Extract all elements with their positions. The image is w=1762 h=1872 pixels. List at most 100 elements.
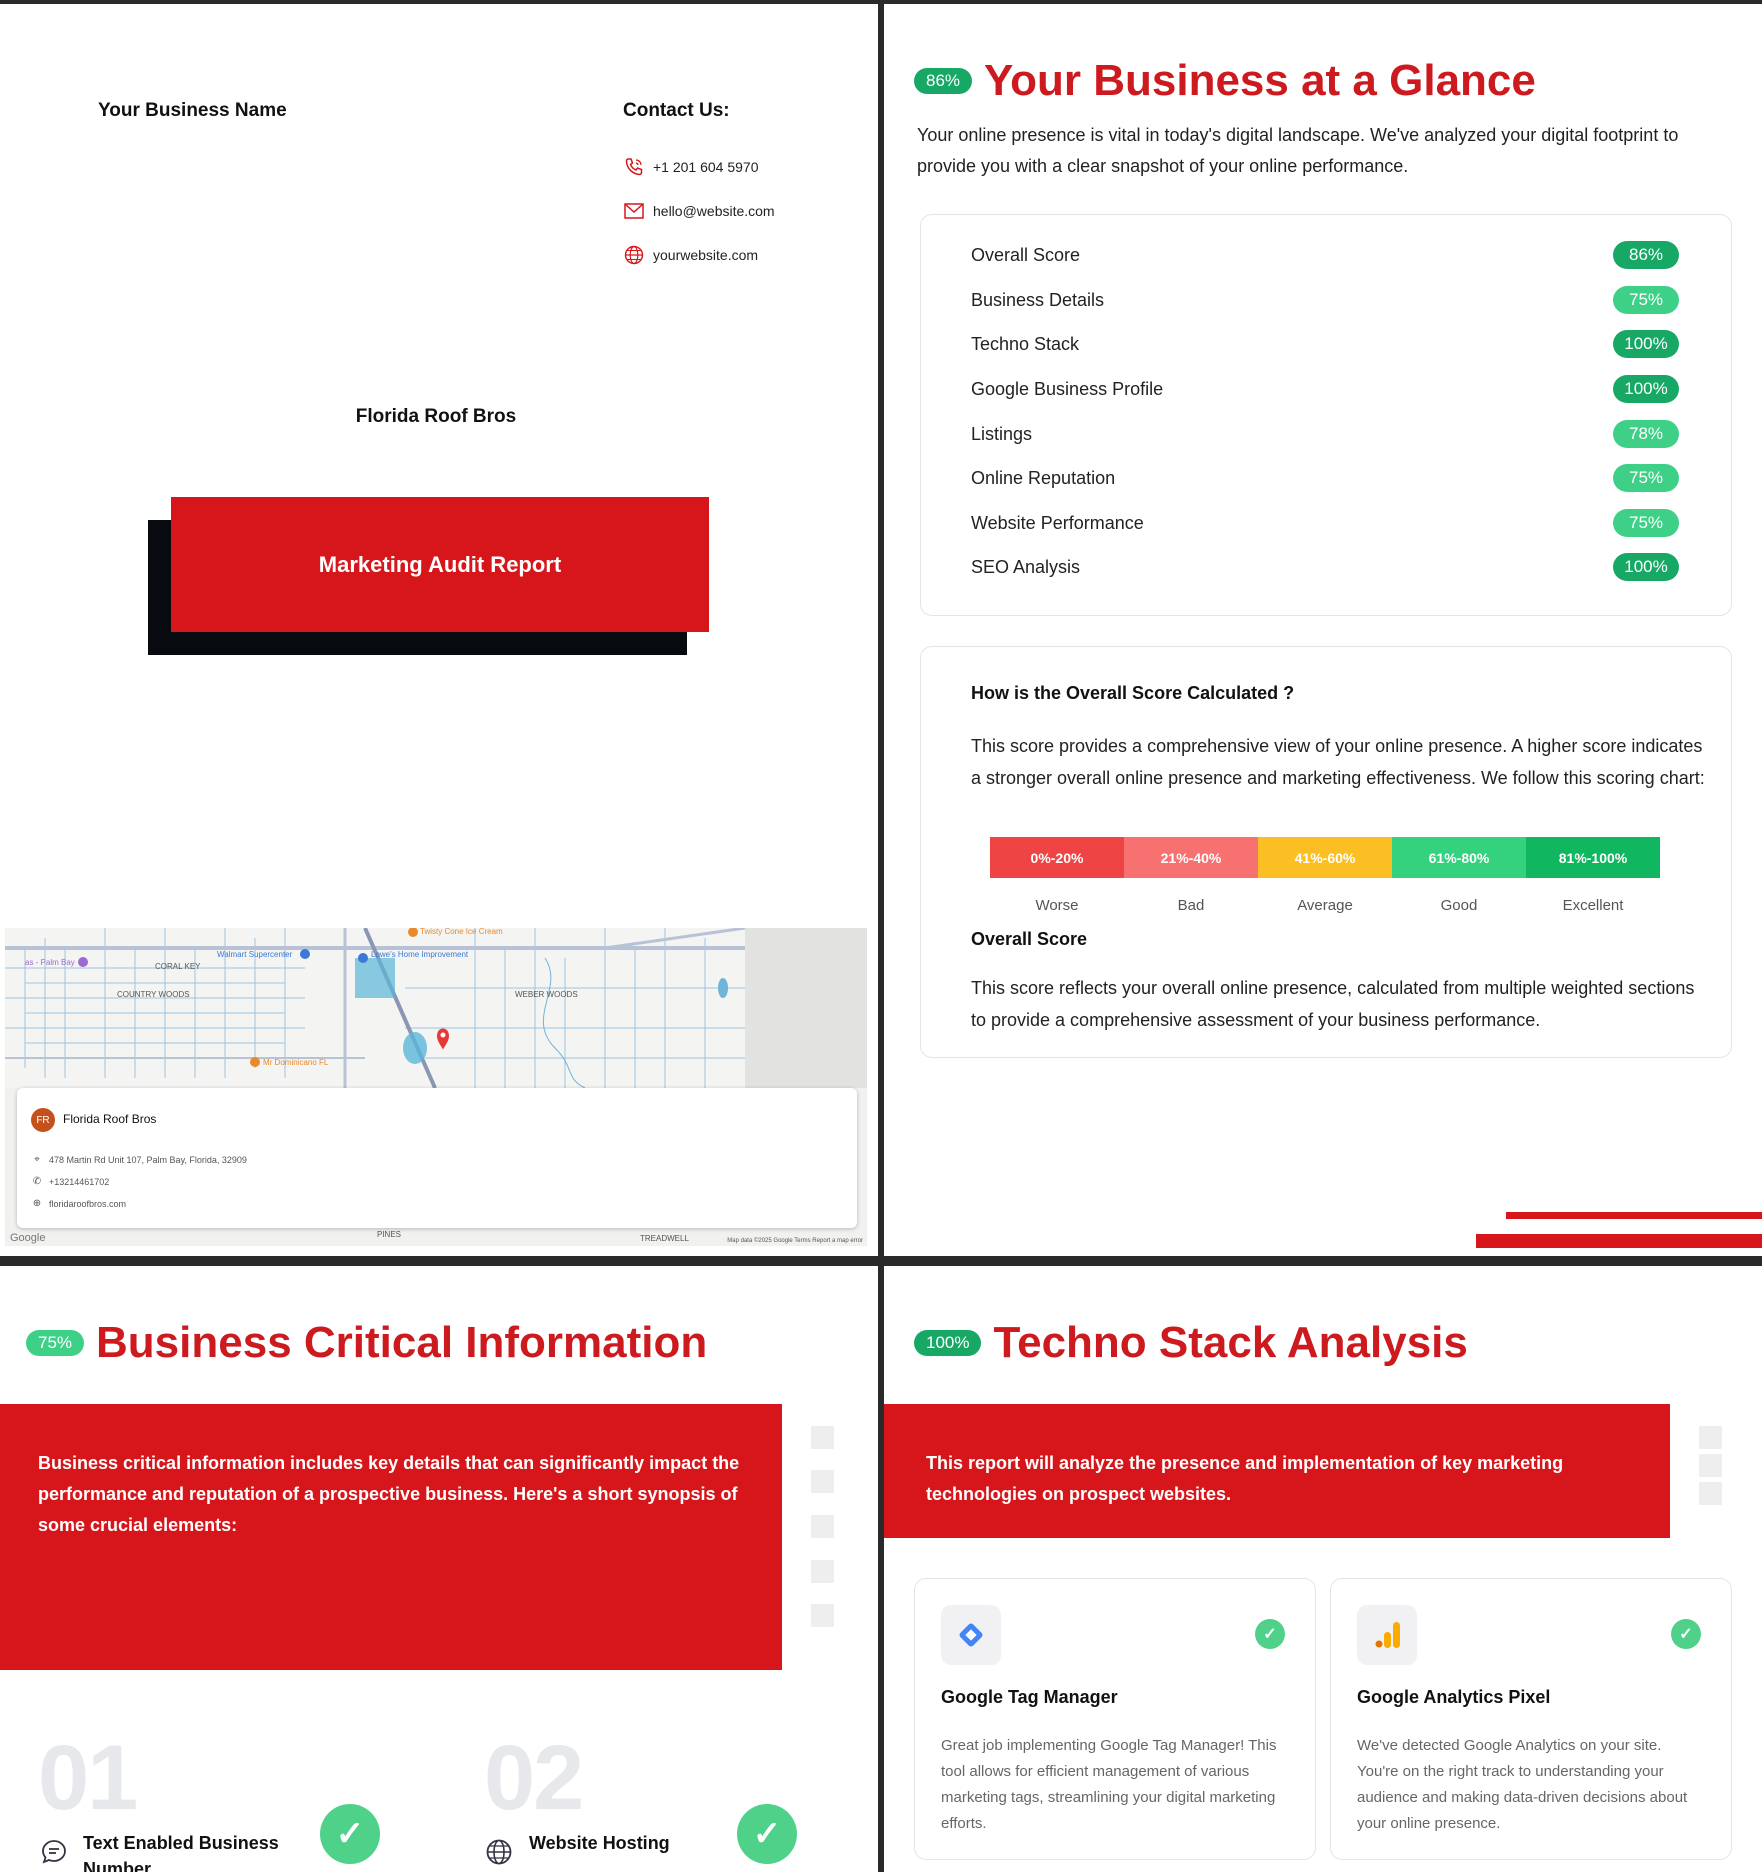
- mail-icon: [623, 200, 645, 222]
- scale-label: Excellent: [1562, 897, 1624, 914]
- techno-intro-block: This report will analyze the presence an…: [884, 1404, 1670, 1538]
- google-tag-manager-icon: [941, 1605, 1001, 1665]
- score-pill: 78%: [1613, 420, 1679, 448]
- score-pill: 75%: [1613, 509, 1679, 537]
- overall-score-text: This score reflects your overall online …: [971, 978, 1695, 1030]
- critical-score-badge: 75%: [26, 1330, 85, 1356]
- map-label-treadwell: TREADWELL: [640, 1234, 689, 1243]
- item-label: Text Enabled Business Number: [83, 1833, 279, 1872]
- contact-email-text: hello@website.com: [653, 203, 775, 219]
- score-row: Google Business Profile 100%: [971, 373, 1679, 405]
- score-row: Listings 78%: [971, 418, 1679, 450]
- google-logo: Google: [10, 1232, 46, 1244]
- score-label: Listings: [971, 423, 1033, 444]
- map-label-weber-woods: WEBER WOODS: [515, 990, 578, 999]
- score-summary-card: Overall Score 86% Business Details 75% T…: [920, 214, 1732, 616]
- score-label: Google Business Profile: [971, 378, 1164, 399]
- map-address-text: 478 Martin Rd Unit 107, Palm Bay, Florid…: [49, 1154, 247, 1165]
- score-row: Techno Stack 100%: [971, 328, 1679, 360]
- critical-title: Business Critical Information: [96, 1318, 708, 1367]
- glance-heading: 86% Your Business at a Glance: [914, 56, 1536, 106]
- map-label-lowes: Lowe's Home Improvement: [371, 950, 469, 959]
- techno-stack-page: 100% Techno Stack Analysis This report w…: [884, 1266, 1762, 1872]
- google-analytics-icon: [1357, 1605, 1417, 1665]
- techno-heading: 100% Techno Stack Analysis: [914, 1318, 1468, 1368]
- score-row: Online Reputation 75%: [971, 462, 1679, 494]
- contact-website[interactable]: yourwebsite.com: [623, 244, 758, 266]
- score-pill: 100%: [1613, 375, 1679, 403]
- tech-card-desc: We've detected Google Analytics on your …: [1357, 1737, 1688, 1832]
- score-pill: 86%: [1613, 241, 1679, 269]
- map-label-twisty: Twisty Cone Ice Cream: [420, 928, 503, 936]
- check-icon: ✓: [737, 1804, 797, 1864]
- score-label: SEO Analysis: [971, 556, 1081, 577]
- globe-icon: [485, 1838, 513, 1866]
- score-row: Business Details 75%: [971, 284, 1679, 316]
- score-row: Overall Score 86%: [971, 239, 1679, 271]
- overall-score-title: Overall Score: [971, 929, 1088, 949]
- decor-square: [1699, 1426, 1722, 1449]
- map-label-coral-key: CORAL KEY: [155, 962, 201, 971]
- score-calculation-card: How is the Overall Score Calculated ? Th…: [920, 646, 1732, 1058]
- location-pin-icon: ⌖: [34, 1154, 40, 1165]
- scale-segment-bad: 21%-40%: [1124, 837, 1258, 878]
- check-icon: ✓: [1671, 1619, 1701, 1649]
- client-name: Florida Roof Bros: [355, 406, 517, 427]
- map-label-country-woods: COUNTRY WOODS: [117, 990, 190, 999]
- glance-intro: Your online presence is vital in today's…: [917, 125, 1679, 176]
- globe-icon: [623, 244, 645, 266]
- decor-stripe: [1476, 1234, 1762, 1248]
- phone-icon: ✆: [32, 1176, 42, 1187]
- score-label: Overall Score: [971, 244, 1081, 265]
- score-label: Business Details: [971, 289, 1105, 310]
- contact-phone[interactable]: +1 201 604 5970: [623, 156, 759, 178]
- calc-title: How is the Overall Score Calculated ?: [971, 683, 1295, 703]
- map-label-mr-dominicano: Mr Dominicano FL: [263, 1058, 329, 1067]
- critical-intro-text: Business critical information includes k…: [38, 1453, 740, 1535]
- business-name: Your Business Name: [98, 100, 287, 121]
- contact-email[interactable]: hello@website.com: [623, 200, 775, 222]
- contact-phone-text: +1 201 604 5970: [653, 159, 759, 175]
- tech-card-ga: ✓ Google Analytics Pixel We've detected …: [1330, 1578, 1732, 1860]
- techno-intro-text: This report will analyze the presence an…: [926, 1453, 1564, 1504]
- critical-heading: 75% Business Critical Information: [26, 1318, 707, 1368]
- decor-square: [811, 1470, 834, 1493]
- scale-segment-worse: 0%-20%: [990, 837, 1124, 878]
- map-website-text: floridaroofbros.com: [49, 1198, 127, 1209]
- score-pill: 75%: [1613, 286, 1679, 314]
- item-number: 01: [38, 1727, 138, 1829]
- business-logo: FR: [31, 1108, 55, 1132]
- map-phone: ✆ +13214461702: [31, 1176, 110, 1187]
- decor-stripe: [1506, 1212, 1762, 1219]
- score-label: Techno Stack: [971, 333, 1080, 354]
- check-icon: ✓: [1255, 1619, 1285, 1649]
- glance-page: 86% Your Business at a Glance Your onlin…: [884, 4, 1762, 1256]
- scale-segment-good: 61%-80%: [1392, 837, 1526, 878]
- check-icon: ✓: [320, 1804, 380, 1864]
- chat-icon: [40, 1838, 68, 1866]
- map-phone-text: +13214461702: [49, 1176, 110, 1187]
- tech-card-gtm: ✓ Google Tag Manager Great job implement…: [914, 1578, 1316, 1860]
- decor-square: [1699, 1454, 1722, 1477]
- map-label-palm-bay: as - Palm Bay: [25, 958, 75, 967]
- glance-title: Your Business at a Glance: [984, 56, 1536, 105]
- glance-score-badge: 86%: [914, 68, 973, 94]
- decor-square: [811, 1515, 834, 1538]
- decor-square: [1699, 1482, 1722, 1505]
- contact-title: Contact Us:: [623, 100, 730, 121]
- score-label: Online Reputation: [971, 467, 1116, 488]
- map-label-walmart: Walmart Supercenter: [217, 950, 293, 959]
- location-map[interactable]: CORAL KEY COUNTRY WOODS WEBER WOODS Walm…: [5, 928, 867, 1246]
- map-business-name: Florida Roof Bros: [63, 1112, 157, 1126]
- tech-card-title: Google Tag Manager: [941, 1687, 1118, 1707]
- map-business-card[interactable]: FR Florida Roof Bros ⌖ 478 Martin Rd Uni…: [17, 1088, 857, 1228]
- map-address: ⌖ 478 Martin Rd Unit 107, Palm Bay, Flor…: [31, 1154, 247, 1165]
- map-website: ⊕ floridaroofbros.com: [31, 1198, 126, 1209]
- decor-square: [811, 1560, 834, 1583]
- map-label-pines: PINES: [377, 1230, 402, 1239]
- tech-card-desc: Great job implementing Google Tag Manage…: [941, 1737, 1277, 1832]
- score-pill: 100%: [1613, 553, 1679, 581]
- decor-square: [811, 1426, 834, 1449]
- scale-segment-excellent: 81%-100%: [1526, 837, 1660, 878]
- item-label: Website Hosting: [529, 1833, 670, 1853]
